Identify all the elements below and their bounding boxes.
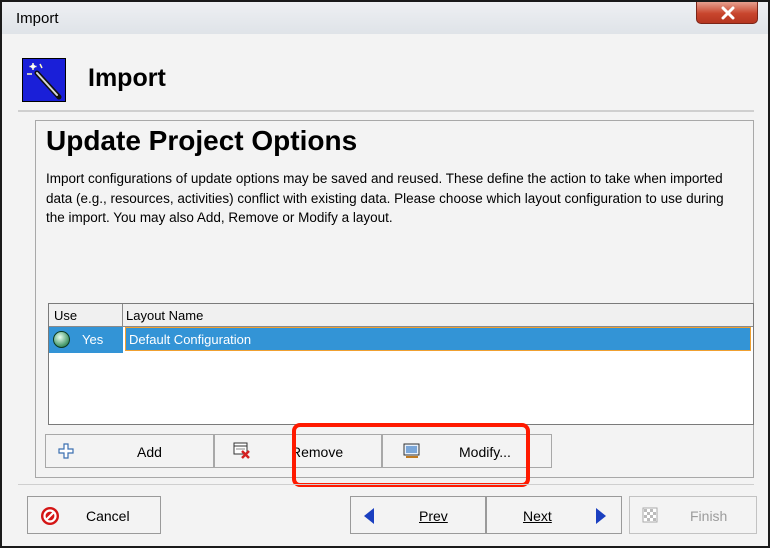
cancel-icon [41,507,59,525]
layout-name-cell[interactable]: Default Configuration [125,327,751,351]
header-title: Import [88,64,166,92]
finish-button[interactable]: Finish [629,496,757,534]
section-description: Import configurations of update options … [46,171,724,225]
header-divider [18,110,754,112]
use-value: Yes [82,332,104,347]
cancel-button[interactable]: Cancel [27,496,161,534]
cancel-label: Cancel [86,508,130,524]
close-button[interactable] [696,2,758,24]
finish-label: Finish [690,508,728,524]
prev-button[interactable]: Prev [350,496,486,534]
layout-name-value: Default Configuration [129,332,252,347]
import-dialog: Import Import Update Project Options Imp… [0,0,770,548]
remove-icon [233,442,250,459]
finish-icon [642,507,658,523]
layout-table: Use Layout Name Yes Default Configuratio… [48,303,754,425]
section-title: Update Project Options [46,125,358,156]
table-row[interactable]: Yes Default Configuration [49,327,753,353]
add-label: Add [137,444,162,460]
highlight-annotation [292,423,530,487]
footer-divider [18,484,754,485]
header-band: Import [18,54,754,108]
add-button[interactable]: Add [45,434,214,468]
globe-icon [53,331,70,348]
plus-icon [58,443,74,459]
prev-arrow-icon [364,508,374,524]
use-cell[interactable]: Yes [49,327,123,353]
next-label: Next [523,508,552,524]
column-header-layout-name[interactable]: Layout Name [126,308,203,323]
next-arrow-icon [596,508,606,524]
table-header: Use Layout Name [49,304,753,327]
close-icon [721,6,735,20]
title-bar: Import [2,2,768,34]
magic-wand-icon [22,58,66,102]
column-header-use[interactable]: Use [49,304,123,326]
prev-label: Prev [419,508,448,524]
window-title: Import [16,10,59,27]
next-button[interactable]: Next [486,496,622,534]
